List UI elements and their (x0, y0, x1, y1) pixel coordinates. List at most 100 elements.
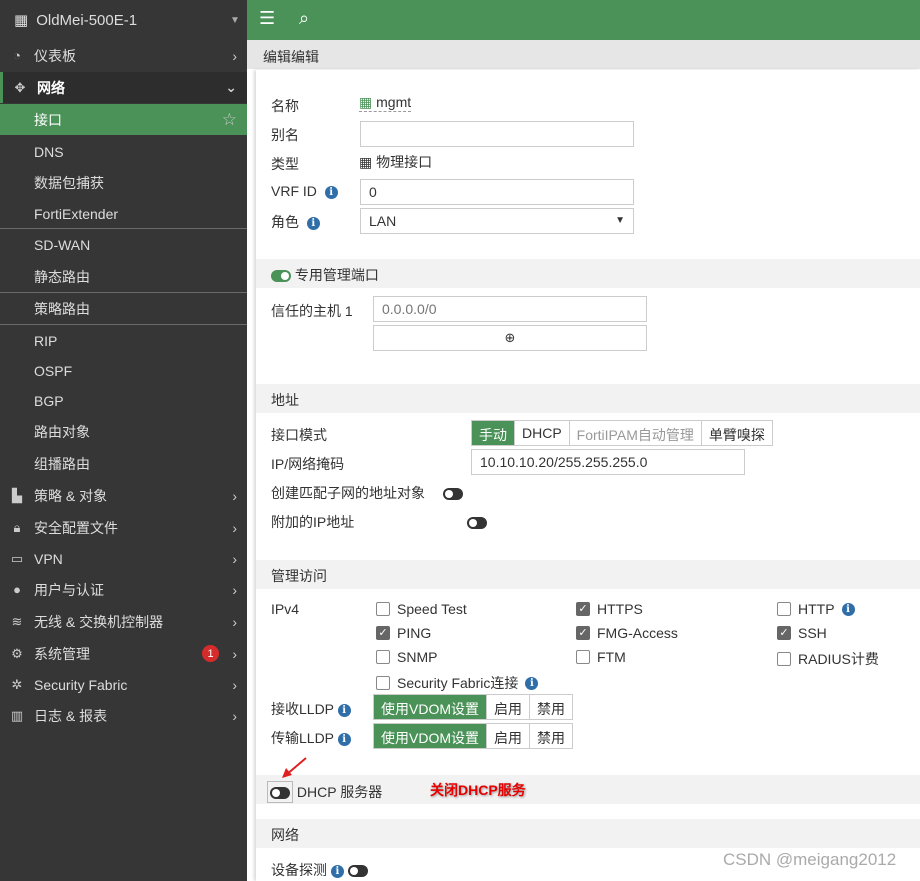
tx-lldp-disable[interactable]: 禁用 (530, 724, 572, 748)
mode-manual[interactable]: 手动 (472, 421, 515, 445)
mode-dhcp[interactable]: DHCP (515, 421, 570, 445)
fabric-icon: ✲ (11, 676, 23, 692)
sidebar-item[interactable]: ≋ 无线 & 交换机控制器 › (0, 606, 247, 637)
role-label: 角色 i (271, 212, 320, 232)
sidebar-item[interactable]: 🔒︎ 安全配置文件 › (0, 512, 247, 543)
tx-lldp-enable[interactable]: 启用 (487, 724, 530, 748)
caret-down-icon: ▼ (230, 14, 240, 26)
create-addr-toggle[interactable] (443, 488, 463, 501)
checkbox[interactable]: ✓ (777, 626, 791, 640)
caret-down-icon: ▼ (615, 215, 625, 226)
access-checkbox[interactable]: Security Fabric连接 i (376, 673, 539, 693)
sidebar-item-label: 静态路由 (34, 268, 90, 285)
access-checkbox[interactable]: HTTP i (777, 601, 855, 617)
device-detect-toggle[interactable] (347, 865, 368, 878)
info-icon[interactable]: i (525, 676, 539, 690)
sidebar-item-label: 接口 (34, 111, 62, 128)
star-icon[interactable]: ☆ (222, 110, 237, 130)
sidebar-item[interactable]: 策略路由 (0, 293, 247, 324)
create-addr-label: 创建匹配子网的地址对象 (271, 485, 425, 501)
info-icon[interactable]: i (324, 185, 338, 199)
checkbox[interactable] (777, 602, 791, 616)
chevron-right-icon: › (232, 550, 237, 567)
access-checkbox[interactable]: ✓ SSH (777, 625, 827, 641)
sidebar-item-label: DNS (34, 143, 64, 160)
sidebar-item[interactable]: ✲ Security Fabric › (0, 669, 247, 700)
trusted-host-input[interactable] (373, 296, 647, 322)
tx-lldp-label: 传输LLDP i (271, 728, 351, 748)
checkbox[interactable] (376, 650, 390, 664)
sidebar-item-label: VPN (34, 550, 63, 567)
rx-lldp-label: 接收LLDP i (271, 699, 351, 719)
sidebar-item[interactable]: DNS (0, 136, 247, 167)
ip-input[interactable]: 10.10.10.20/255.255.255.0 (471, 449, 745, 475)
sidebar-item[interactable]: 静态路由 (0, 261, 247, 292)
sidebar-item-label: 路由对象 (34, 423, 90, 440)
rx-lldp-disable[interactable]: 禁用 (530, 695, 572, 719)
sidebar-item[interactable]: 组播路由 (0, 448, 247, 479)
access-checkbox[interactable]: ✓ PING (376, 625, 431, 641)
info-icon[interactable]: i (337, 732, 351, 746)
sidebar-item[interactable]: 接口 ☆ (0, 104, 247, 135)
checkbox[interactable]: ✓ (576, 626, 590, 640)
info-icon[interactable]: i (841, 602, 855, 616)
menu-icon[interactable]: ☰ (259, 8, 275, 29)
dhcp-server-toggle[interactable] (270, 787, 290, 800)
info-icon[interactable]: i (330, 864, 344, 878)
laptop-icon: ▭ (10, 550, 24, 566)
access-checkbox[interactable]: ✓ HTTPS (576, 601, 643, 617)
sidebar-item[interactable]: ⚙ 系统管理 1 › (0, 638, 247, 669)
rx-lldp-enable[interactable]: 启用 (487, 695, 530, 719)
access-checkbox[interactable]: SNMP (376, 649, 437, 665)
alias-input[interactable] (360, 121, 634, 147)
checkbox[interactable]: ✓ (576, 602, 590, 616)
sidebar-item[interactable]: RIP (0, 325, 247, 356)
alias-label: 别名 (271, 127, 299, 143)
sidebar-item[interactable]: ✥ 网络 ⌄ (0, 72, 247, 103)
checkbox[interactable] (576, 650, 590, 664)
access-checkbox[interactable]: ✓ FMG-Access (576, 625, 678, 641)
dedicated-mgmt-toggle[interactable] (271, 270, 291, 283)
access-checkbox[interactable]: RADIUS计费 (777, 649, 879, 669)
info-icon[interactable]: i (337, 703, 351, 717)
sidebar-item[interactable]: SD-WAN (0, 229, 247, 260)
sidebar-item[interactable]: OSPF (0, 355, 247, 386)
rx-lldp-vdom[interactable]: 使用VDOM设置 (374, 695, 487, 719)
access-checkbox[interactable]: Speed Test (376, 601, 467, 617)
sidebar-item[interactable]: FortiExtender (0, 198, 247, 229)
sidebar-item[interactable]: BGP (0, 385, 247, 416)
checkbox-label: PING (397, 625, 432, 641)
device-selector[interactable]: ▦ OldMei-500E-1 ▼ (0, 0, 247, 40)
sidebar-item[interactable]: 路由对象 (0, 416, 247, 447)
sidebar-item-label: 网络 (37, 79, 65, 96)
sidebar-item[interactable]: ◔ 仪表板 › (0, 40, 247, 71)
secondary-ip-toggle[interactable] (466, 517, 487, 530)
sidebar-item[interactable]: 数据包捕获 (0, 167, 247, 198)
mode-fortiipam[interactable]: FortiIPAM自动管理 (570, 421, 702, 445)
sidebar-item[interactable]: ● 用户与认证 › (0, 574, 247, 605)
checkbox-label: HTTP (798, 601, 835, 617)
mode-sniffer[interactable]: 单臂嗅探 (702, 421, 772, 445)
checkbox[interactable]: ✓ (376, 626, 390, 640)
chevron-right-icon: › (232, 676, 237, 693)
addr-mode-label: 接口模式 (271, 427, 327, 443)
sidebar-item[interactable]: ▙ 策略 & 对象 › (0, 480, 247, 511)
role-select[interactable]: LAN ▼ (360, 208, 634, 234)
ipv4-label: IPv4 (271, 601, 300, 617)
chevron-right-icon: › (232, 581, 237, 598)
sidebar-item-label: 无线 & 交换机控制器 (34, 613, 164, 630)
checkbox[interactable] (376, 676, 390, 690)
checkbox[interactable] (777, 652, 791, 666)
sidebar-item[interactable]: ▥ 日志 & 报表 › (0, 700, 247, 731)
vrf-input[interactable]: 0 (360, 179, 634, 205)
chevron-right-icon: › (232, 613, 237, 630)
sidebar-item[interactable]: ▭ VPN › (0, 543, 247, 574)
access-checkbox[interactable]: FTM (576, 649, 626, 665)
checkbox[interactable] (376, 602, 390, 616)
search-icon[interactable]: ⌕ (299, 8, 309, 29)
add-trusted-host-button[interactable]: ⊕ (373, 325, 647, 351)
wifi-icon: ≋ (11, 613, 23, 629)
info-icon[interactable]: i (306, 216, 320, 230)
notification-badge: 1 (202, 645, 219, 662)
tx-lldp-vdom[interactable]: 使用VDOM设置 (374, 724, 487, 748)
